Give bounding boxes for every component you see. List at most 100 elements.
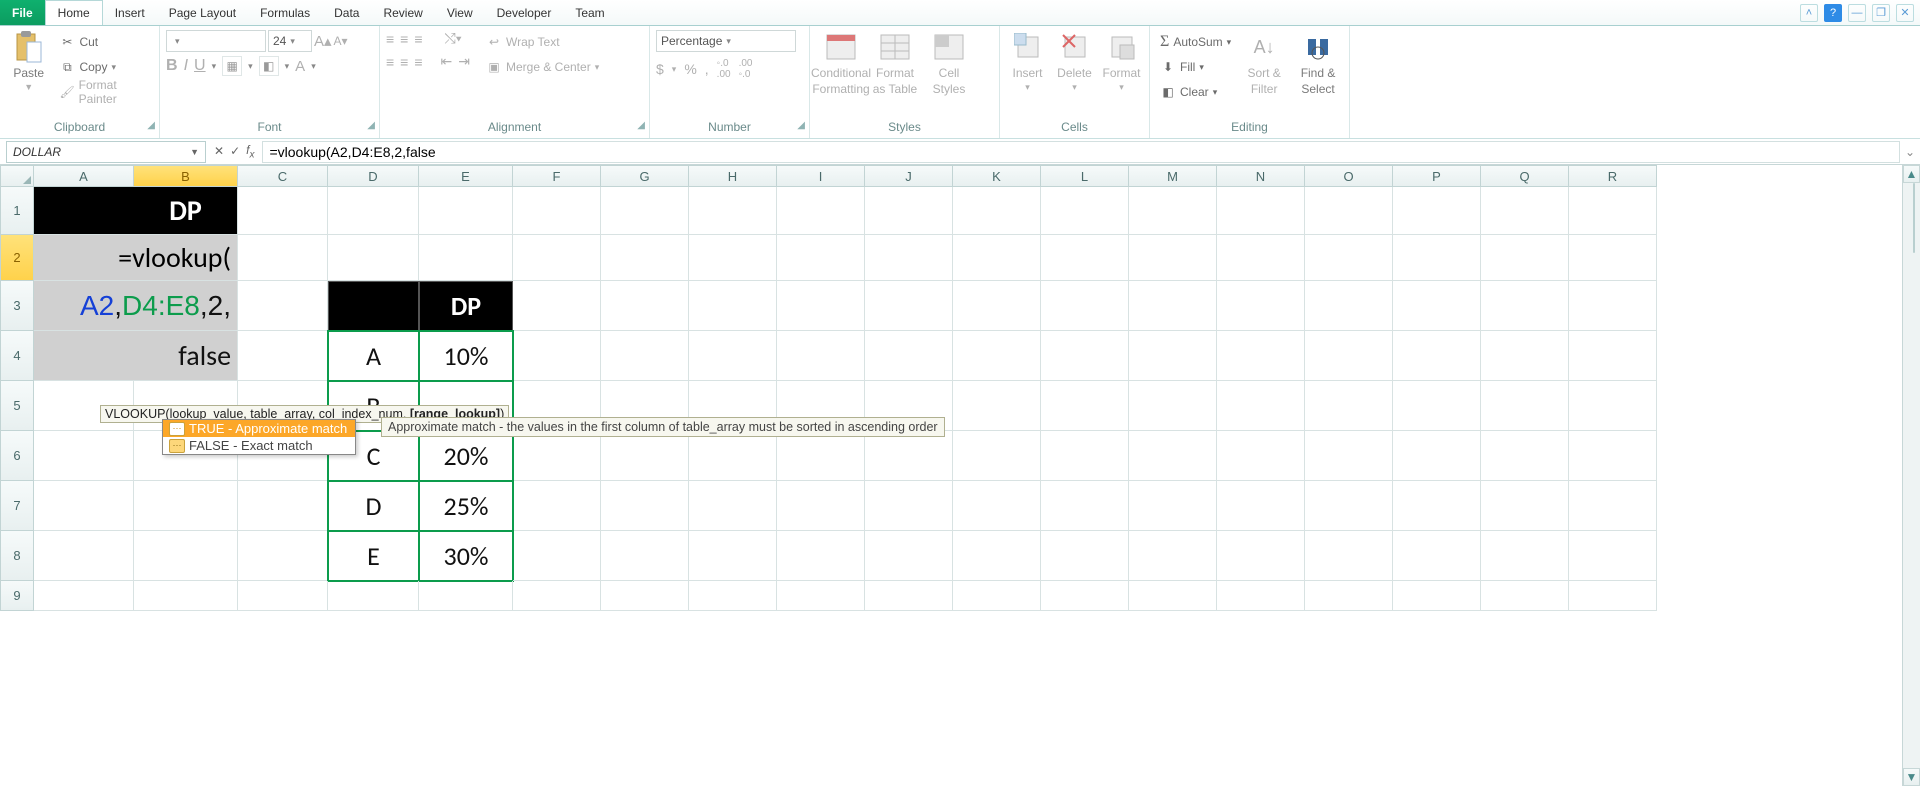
copy-button[interactable]: ⧉Copy▾ xyxy=(55,55,153,79)
cell-H7[interactable] xyxy=(689,481,777,531)
cell-I9[interactable] xyxy=(777,581,865,611)
row-header-2[interactable]: 2 xyxy=(0,235,34,281)
tab-review[interactable]: Review xyxy=(371,0,434,25)
cell-J1[interactable] xyxy=(865,187,953,235)
cell-G6[interactable] xyxy=(601,431,689,481)
cell-N9[interactable] xyxy=(1217,581,1305,611)
cell-E6[interactable]: 20% xyxy=(419,431,513,481)
cell-N2[interactable] xyxy=(1217,235,1305,281)
window-minimize-icon[interactable]: — xyxy=(1848,4,1866,22)
decrease-font-icon[interactable]: A▾ xyxy=(334,34,348,48)
cell-Q6[interactable] xyxy=(1481,431,1569,481)
cell-N4[interactable] xyxy=(1217,331,1305,381)
cell-J2[interactable] xyxy=(865,235,953,281)
cell-K1[interactable] xyxy=(953,187,1041,235)
cell-B1[interactable]: DP xyxy=(134,187,238,235)
col-header-I[interactable]: I xyxy=(777,165,865,187)
cell-O2[interactable] xyxy=(1305,235,1393,281)
currency-button[interactable]: $ xyxy=(656,61,664,77)
cell-N3[interactable] xyxy=(1217,281,1305,331)
cell-A4[interactable] xyxy=(34,331,134,381)
cell-H8[interactable] xyxy=(689,531,777,581)
decrease-indent-icon[interactable]: ⇤ xyxy=(441,53,453,70)
col-header-A[interactable]: A xyxy=(34,165,134,187)
orientation-icon[interactable]: ⤭▾ xyxy=(445,30,462,47)
cell-D8[interactable]: E xyxy=(328,531,419,581)
cell-C8[interactable] xyxy=(238,531,328,581)
cell-O5[interactable] xyxy=(1305,381,1393,431)
cell-P9[interactable] xyxy=(1393,581,1481,611)
scroll-down-icon[interactable]: ▼ xyxy=(1903,768,1920,786)
cell-I2[interactable] xyxy=(777,235,865,281)
align-bottom-icon[interactable]: ≡ xyxy=(414,31,422,47)
cell-D2[interactable] xyxy=(328,235,419,281)
cell-H6[interactable] xyxy=(689,431,777,481)
sort-filter-button[interactable]: A↓Sort &Filter xyxy=(1239,30,1289,96)
cell-K5[interactable] xyxy=(953,381,1041,431)
cell-D7[interactable]: D xyxy=(328,481,419,531)
merge-center-button[interactable]: ▣Merge & Center▾ xyxy=(482,55,603,79)
name-box[interactable]: DOLLAR▼ xyxy=(6,141,206,163)
cell-C9[interactable] xyxy=(238,581,328,611)
insert-cells-button[interactable]: Insert▾ xyxy=(1006,30,1049,93)
cell-G8[interactable] xyxy=(601,531,689,581)
cell-D4[interactable]: A xyxy=(328,331,419,381)
row-header-4[interactable]: 4 xyxy=(0,331,34,381)
cell-J7[interactable] xyxy=(865,481,953,531)
cell-O8[interactable] xyxy=(1305,531,1393,581)
cancel-formula-icon[interactable]: ✕ xyxy=(214,144,224,158)
cell-J6[interactable] xyxy=(865,431,953,481)
cell-R5[interactable] xyxy=(1569,381,1657,431)
underline-button[interactable]: U xyxy=(194,57,206,75)
tab-view[interactable]: View xyxy=(435,0,485,25)
increase-indent-icon[interactable]: ⇥ xyxy=(458,53,470,70)
cell-A9[interactable] xyxy=(34,581,134,611)
cell-styles-button[interactable]: CellStyles xyxy=(924,30,974,96)
cell-D1[interactable] xyxy=(328,187,419,235)
cell-E3[interactable]: DP xyxy=(419,281,513,331)
window-restore-icon[interactable]: ❐ xyxy=(1872,4,1890,22)
format-painter-button[interactable]: 🖌Format Painter xyxy=(55,80,153,104)
increase-font-icon[interactable]: A▴ xyxy=(314,32,332,50)
cell-O3[interactable] xyxy=(1305,281,1393,331)
cell-E4[interactable]: 10% xyxy=(419,331,513,381)
cell-M1[interactable] xyxy=(1129,187,1217,235)
scroll-up-icon[interactable]: ▲ xyxy=(1903,165,1920,183)
cell-L5[interactable] xyxy=(1041,381,1129,431)
cell-R7[interactable] xyxy=(1569,481,1657,531)
cut-button[interactable]: ✂Cut xyxy=(55,30,153,54)
tab-data[interactable]: Data xyxy=(322,0,371,25)
cell-L8[interactable] xyxy=(1041,531,1129,581)
cell-B7[interactable] xyxy=(134,481,238,531)
cell-M9[interactable] xyxy=(1129,581,1217,611)
option-false[interactable]: ⋯FALSE - Exact match xyxy=(163,437,355,454)
cell-K2[interactable] xyxy=(953,235,1041,281)
cell-L3[interactable] xyxy=(1041,281,1129,331)
cell-J4[interactable] xyxy=(865,331,953,381)
cell-R3[interactable] xyxy=(1569,281,1657,331)
row-header-8[interactable]: 8 xyxy=(0,531,34,581)
cell-R8[interactable] xyxy=(1569,531,1657,581)
cell-Q5[interactable] xyxy=(1481,381,1569,431)
row-header-3[interactable]: 3 xyxy=(0,281,34,331)
tab-page-layout[interactable]: Page Layout xyxy=(157,0,248,25)
wrap-text-button[interactable]: ↩Wrap Text xyxy=(482,30,603,54)
cell-I3[interactable] xyxy=(777,281,865,331)
col-header-Q[interactable]: Q xyxy=(1481,165,1569,187)
cell-R9[interactable] xyxy=(1569,581,1657,611)
col-header-P[interactable]: P xyxy=(1393,165,1481,187)
autosum-button[interactable]: ΣAutoSum▾ xyxy=(1156,30,1235,54)
align-left-icon[interactable]: ≡ xyxy=(386,54,394,70)
comma-button[interactable]: , xyxy=(705,61,709,77)
cell-M2[interactable] xyxy=(1129,235,1217,281)
cell-A8[interactable] xyxy=(34,531,134,581)
decrease-decimal-button[interactable]: .00◦.0 xyxy=(739,58,753,80)
cell-F3[interactable] xyxy=(513,281,601,331)
expand-formula-bar-icon[interactable]: ⌄ xyxy=(1900,145,1920,159)
enter-formula-icon[interactable]: ✓ xyxy=(230,144,240,158)
cell-L9[interactable] xyxy=(1041,581,1129,611)
cell-E1[interactable] xyxy=(419,187,513,235)
col-header-R[interactable]: R xyxy=(1569,165,1657,187)
cell-F4[interactable] xyxy=(513,331,601,381)
row-header-7[interactable]: 7 xyxy=(0,481,34,531)
